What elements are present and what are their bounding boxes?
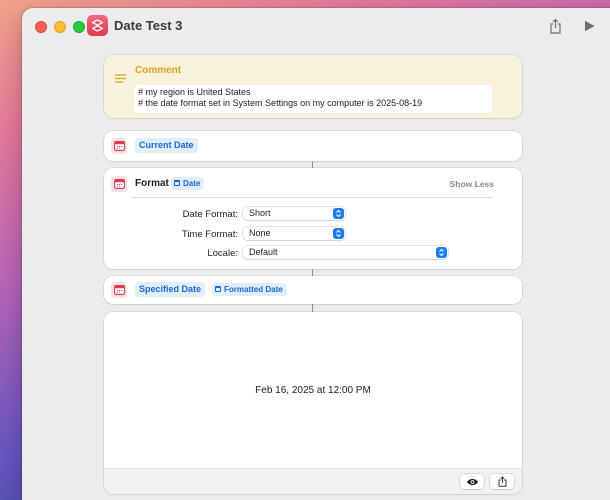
date-variable-label: Date (183, 179, 201, 188)
comment-lines-icon (115, 70, 126, 88)
date-format-label: Date Format: (182, 209, 238, 220)
calendar-icon (111, 282, 127, 298)
current-date-action[interactable]: Current Date (104, 131, 522, 161)
comment-text-field[interactable]: # my region is United States # the date … (134, 85, 492, 113)
title-bar: Date Test 3 (22, 8, 610, 44)
time-format-label: Time Format: (181, 229, 238, 240)
output-panel: Feb 16, 2025 at 12:00 PM (104, 312, 522, 494)
flow-connector (312, 304, 313, 312)
specified-date-token[interactable]: Specified Date (135, 282, 206, 297)
chevron-updown-icon (436, 247, 447, 258)
comment-title: Comment (135, 65, 182, 76)
preview-button[interactable] (460, 474, 484, 489)
run-button[interactable] (580, 17, 598, 35)
format-title: Format (135, 178, 169, 189)
share-icon (498, 476, 506, 487)
minimize-button[interactable] (54, 21, 66, 33)
comment-line: # the date format set in System Settings… (138, 98, 423, 108)
flow-connector (312, 161, 313, 168)
comment-action[interactable]: Comment # my region is United States # t… (104, 55, 522, 118)
shortcuts-icon (87, 15, 108, 36)
calendar-icon (215, 286, 221, 292)
share-button[interactable] (546, 17, 564, 35)
eye-icon (466, 478, 478, 485)
locale-value: Default (249, 247, 278, 257)
output-result-text: Feb 16, 2025 at 12:00 PM (255, 385, 371, 396)
comment-line: # my region is United States (138, 87, 251, 97)
current-date-token[interactable]: Current Date (135, 138, 198, 153)
specified-date-action[interactable]: Specified Date Formatted Date (104, 276, 522, 304)
locale-label: Locale: (207, 248, 238, 259)
date-format-select[interactable]: Short (243, 207, 345, 220)
output-share-button[interactable] (490, 474, 514, 489)
show-less-button[interactable]: Show Less (450, 179, 494, 189)
date-variable-token[interactable]: Date (171, 177, 205, 190)
share-icon (549, 18, 561, 34)
chevron-updown-icon (333, 228, 344, 239)
date-format-value: Short (249, 208, 271, 218)
window-title: Date Test 3 (114, 18, 183, 33)
flow-connector (312, 269, 313, 276)
calendar-icon (111, 176, 127, 192)
time-format-select[interactable]: None (243, 227, 345, 240)
formatted-date-label: Formatted Date (224, 285, 283, 294)
calendar-icon (111, 138, 127, 154)
time-format-value: None (249, 228, 271, 238)
formatted-date-variable-token[interactable]: Formatted Date (212, 283, 287, 296)
calendar-icon (174, 180, 180, 186)
chevron-updown-icon (333, 208, 344, 219)
divider (131, 197, 493, 198)
zoom-button[interactable] (73, 21, 85, 33)
play-icon (584, 20, 594, 32)
locale-select[interactable]: Default (243, 246, 448, 259)
format-date-action[interactable]: Format Date Show Less Date Format: Short… (104, 168, 522, 269)
output-toolbar (104, 468, 522, 494)
shortcut-editor-window: Date Test 3 Comment # my region is Unite… (22, 8, 610, 500)
close-button[interactable] (35, 21, 47, 33)
